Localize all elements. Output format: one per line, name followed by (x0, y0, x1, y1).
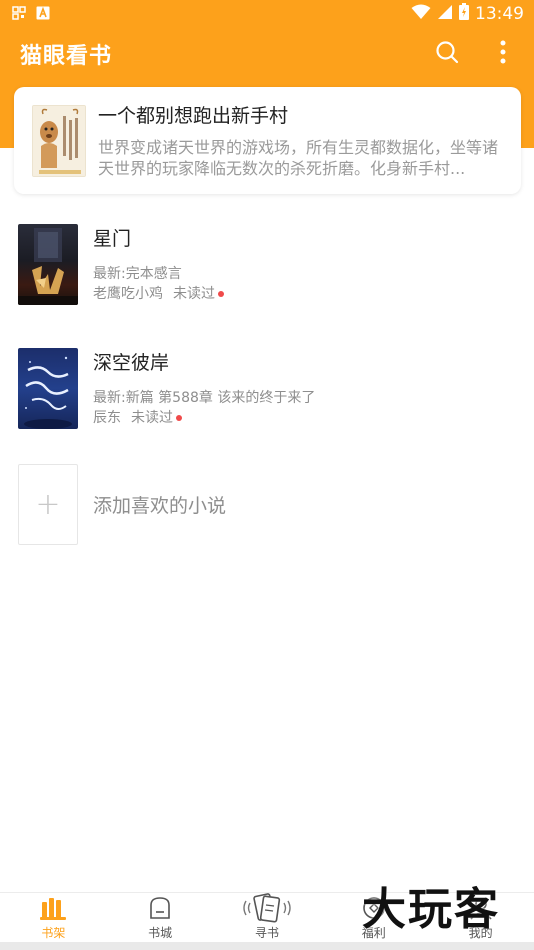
nav-bookshelf[interactable]: 书架 (0, 894, 106, 941)
unread-dot (176, 415, 182, 421)
featured-book-description: 世界变成诸天世界的游戏场，所有生灵都数据化，坐等诸天世界的玩家降临无数次的杀死折… (98, 137, 499, 178)
book-author: 老鹰吃小鸡 (93, 286, 163, 302)
nav-store[interactable]: 书城 (107, 894, 213, 941)
book-title: 深空彼岸 (93, 352, 170, 374)
app-title: 猫眼看书 (20, 44, 113, 69)
add-book-box: + (18, 464, 78, 545)
status-bar: 13:49 (0, 0, 534, 28)
book-item-1[interactable]: 星门 最新:完本感言 老鹰吃小鸡 未读过 (0, 212, 534, 336)
book-author: 辰东 (93, 410, 121, 426)
more-icon (500, 40, 506, 68)
search-button[interactable] (432, 39, 462, 69)
more-button[interactable] (488, 39, 518, 69)
a-icon (36, 5, 50, 24)
add-book-button[interactable]: + 添加喜欢的小说 (0, 464, 534, 545)
nav-label: 书架 (41, 926, 66, 940)
plus-icon: + (35, 487, 61, 522)
book-latest-chapter: 最新:完本感言 (93, 266, 182, 282)
nav-label: 书城 (148, 926, 173, 940)
featured-book-card[interactable]: 一个都别想跑出新手村 世界变成诸天世界的游戏场，所有生灵都数据化，坐等诸天世界的… (14, 87, 521, 194)
wifi-icon (411, 4, 431, 25)
bookshelf-icon (40, 894, 67, 922)
unread-dot (218, 291, 224, 297)
qr-icon (12, 5, 26, 24)
book-item-2[interactable]: 深空彼岸 最新:新篇 第588章 该来的终于来了 辰东 未读过 (0, 336, 534, 460)
add-book-label: 添加喜欢的小说 (93, 495, 227, 517)
nav-find-book[interactable]: 寻书 (214, 893, 320, 941)
store-icon (147, 894, 173, 922)
bottom-edge (0, 942, 534, 950)
watermark: 大玩客 (362, 884, 500, 935)
find-book-icon (240, 893, 294, 923)
book-latest-chapter: 最新:新篇 第588章 该来的终于来了 (93, 390, 316, 406)
featured-book-title: 一个都别想跑出新手村 (98, 104, 289, 127)
battery-icon (459, 3, 469, 25)
book-cover (18, 348, 78, 429)
app-header: 猫眼看书 (0, 28, 534, 80)
book-title: 星门 (93, 228, 132, 250)
nav-label: 寻书 (254, 926, 279, 940)
book-read-status: 未读过 (131, 410, 173, 426)
featured-book-cover (32, 104, 86, 177)
search-icon (435, 40, 459, 68)
bookshelf-list: 星门 最新:完本感言 老鹰吃小鸡 未读过 深空彼岸 最新:新篇 第588章 该来… (0, 212, 534, 545)
signal-icon (437, 4, 453, 25)
status-time: 13:49 (475, 4, 524, 24)
book-read-status: 未读过 (173, 286, 215, 302)
book-cover (18, 224, 78, 305)
